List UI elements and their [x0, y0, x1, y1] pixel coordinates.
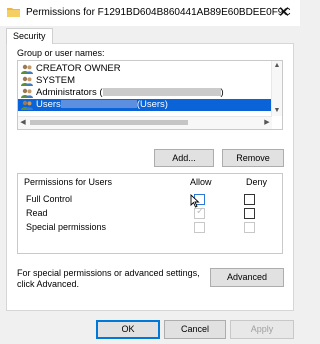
permission-name: Full Control	[26, 194, 73, 204]
redacted-text	[60, 100, 137, 109]
allow-header: Allow	[190, 177, 212, 187]
window-title: Permissions for F1291BD604B860441AB89E60…	[26, 7, 291, 18]
special-allow-checkbox[interactable]	[194, 222, 205, 233]
mouse-cursor-icon	[190, 194, 200, 208]
horizontal-scroll-thumb[interactable]	[30, 120, 188, 125]
scroll-down-icon[interactable]: ▼	[272, 106, 282, 116]
scroll-right-icon[interactable]: ▶	[262, 118, 272, 128]
advanced-button[interactable]: Advanced	[210, 268, 284, 287]
close-icon[interactable]: ✕	[274, 3, 294, 23]
permission-row-read: Read ✓	[18, 206, 282, 221]
list-item-suffix: )	[220, 87, 224, 98]
security-panel: Group or user names: CREATOR OWNER SYSTE…	[6, 43, 294, 311]
vertical-scrollbar[interactable]: ▲ ▼	[271, 61, 282, 116]
users-icon	[21, 88, 33, 98]
deny-header: Deny	[246, 177, 268, 187]
list-item-system[interactable]: SYSTEM	[18, 75, 272, 87]
read-deny-checkbox[interactable]	[244, 208, 255, 219]
remove-button[interactable]: Remove	[222, 149, 284, 167]
ok-button[interactable]: OK	[96, 320, 160, 339]
users-icon	[21, 64, 33, 74]
permissions-header: Permissions for Users	[24, 177, 113, 187]
list-item-suffix: (Users)	[136, 99, 168, 110]
list-item-creator-owner[interactable]: CREATOR OWNER	[18, 63, 272, 75]
apply-button[interactable]: Apply	[230, 320, 294, 339]
users-icon	[21, 100, 33, 110]
users-icon	[21, 76, 33, 86]
scroll-up-icon[interactable]: ▲	[272, 61, 282, 71]
folder-icon	[7, 8, 20, 17]
list-item-label: Users	[36, 99, 61, 110]
cancel-button[interactable]: Cancel	[164, 320, 226, 339]
permissions-box: Permissions for Users Allow Deny Full Co…	[17, 173, 283, 254]
permission-name: Special permissions	[26, 222, 107, 232]
list-item-label: SYSTEM	[36, 75, 76, 86]
special-deny-checkbox[interactable]	[244, 222, 255, 233]
permission-name: Read	[26, 208, 48, 218]
tab-security[interactable]: Security	[6, 28, 53, 44]
list-item-users[interactable]: Users (Users)	[18, 99, 272, 111]
full-control-deny-checkbox[interactable]	[244, 194, 255, 205]
group-names-label: Group or user names:	[17, 48, 105, 58]
list-item-label: Administrators (	[36, 87, 103, 98]
advanced-note-line2: click Advanced.	[17, 279, 80, 289]
list-item-label: CREATOR OWNER	[36, 63, 121, 74]
title-bar: Permissions for F1291BD604B860441AB89E60…	[0, 0, 300, 26]
add-button[interactable]: Add...	[154, 149, 214, 167]
horizontal-scrollbar[interactable]: ◀ ▶	[18, 116, 272, 129]
redacted-text	[102, 88, 221, 97]
read-allow-checkbox[interactable]: ✓	[194, 206, 205, 219]
scroll-left-icon[interactable]: ◀	[18, 118, 28, 128]
permission-row-special: Special permissions	[18, 221, 282, 235]
advanced-note-line1: For special permissions or advanced sett…	[17, 268, 200, 278]
list-item-administrators[interactable]: Administrators ()	[18, 87, 272, 99]
permission-row-full-control: Full Control	[18, 193, 282, 207]
group-user-listbox[interactable]: CREATOR OWNER SYSTEM Administrators () U…	[17, 60, 283, 130]
